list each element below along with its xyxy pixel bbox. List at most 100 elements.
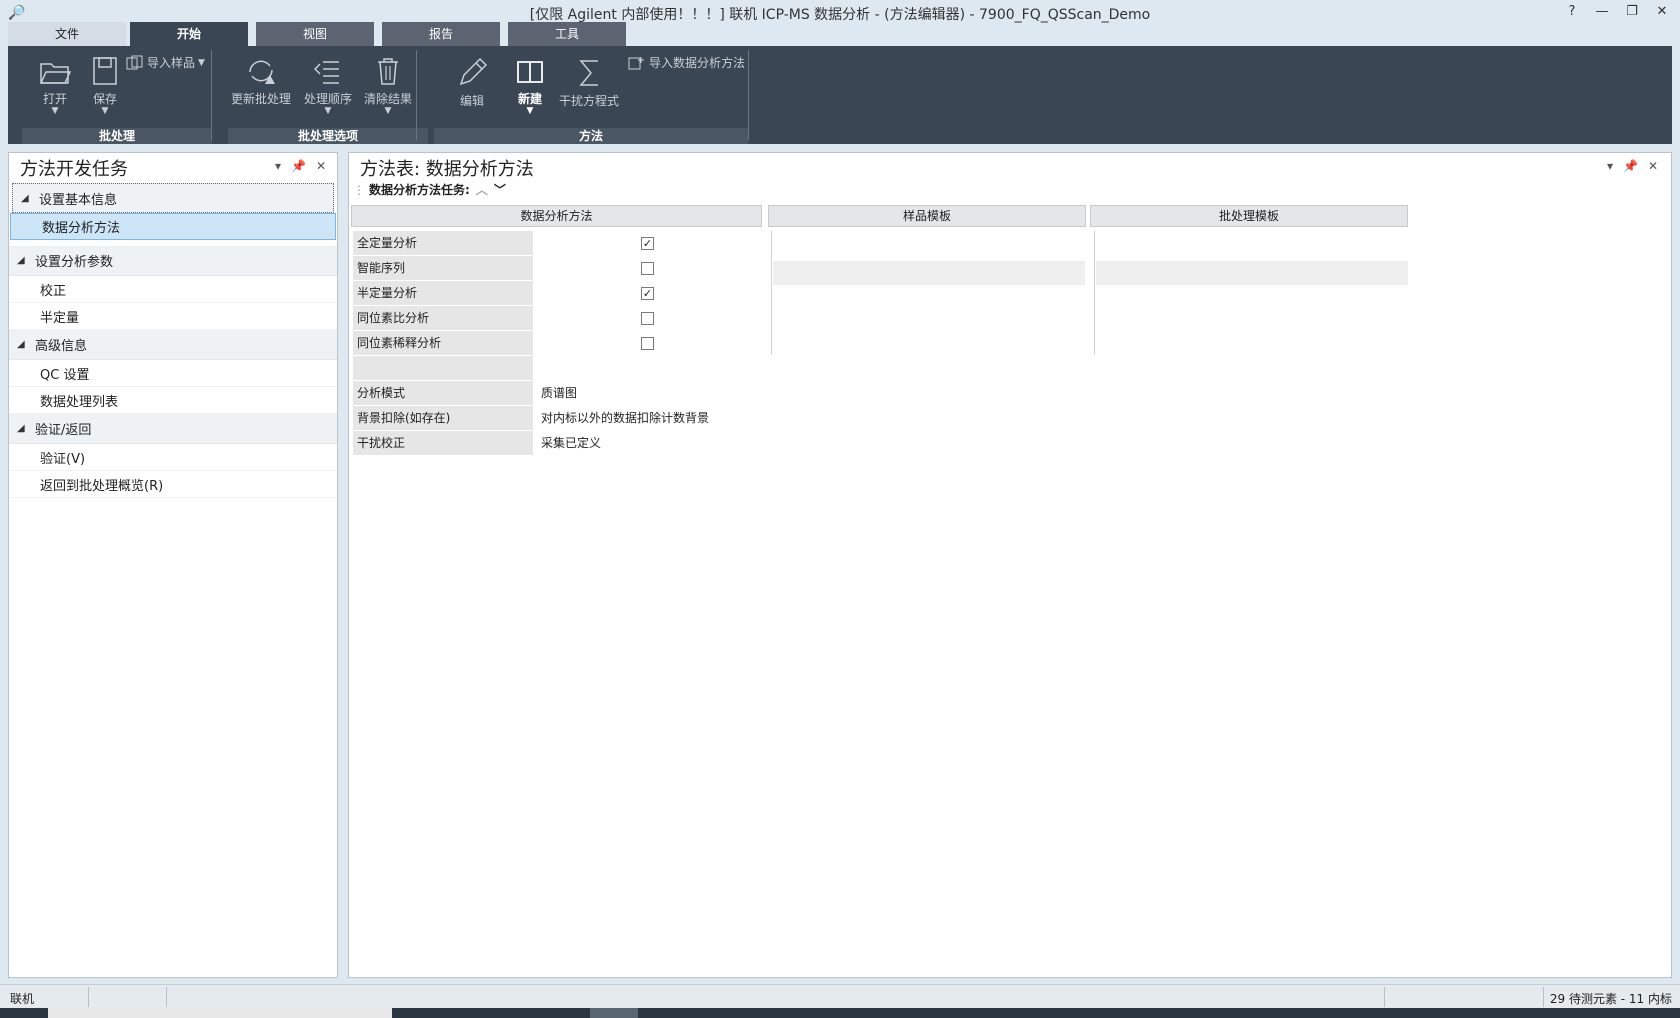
- chevron-down-icon: ▼: [526, 106, 534, 116]
- row-label-analysis-mode: 分析模式: [353, 381, 533, 406]
- column-header-sample-template[interactable]: 样品模板: [768, 205, 1086, 227]
- row-label-isotope-ratio: 同位素比分析: [353, 306, 533, 331]
- isotope-ratio-checkbox[interactable]: [641, 312, 654, 325]
- pin-icon[interactable]: 📌: [291, 159, 306, 173]
- tree-item-qc-settings[interactable]: QC 设置: [9, 360, 337, 387]
- collapse-triangle-icon[interactable]: ◢: [17, 423, 35, 434]
- chevron-up-icon[interactable]: ︿: [476, 181, 488, 198]
- semi-quant-checkbox[interactable]: ✓: [641, 287, 654, 300]
- tree-item-semi-quant[interactable]: 半定量: [9, 303, 337, 330]
- column-divider: [771, 231, 772, 355]
- row-label-smart-sequence: 智能序列: [353, 256, 533, 281]
- process-order-label: 处理顺序: [303, 92, 352, 106]
- tab-report[interactable]: 报告: [382, 22, 500, 46]
- method-task-bar: ⋮ 数据分析方法任务: ︿ ﹀: [353, 181, 506, 198]
- smart-sequence-checkbox[interactable]: [641, 262, 654, 275]
- tree-group-basic-info[interactable]: ◢ 设置基本信息: [12, 183, 334, 213]
- sigma-icon: [579, 60, 598, 86]
- column-divider: [1094, 231, 1095, 355]
- ribbon-divider: [211, 50, 212, 140]
- save-label: 保存: [92, 92, 117, 106]
- open-button[interactable]: 打开 ▼: [30, 54, 80, 116]
- tree-item-data-analysis-method[interactable]: 数据分析方法: [10, 213, 336, 240]
- row-label-isotope-dilution: 同位素稀释分析: [353, 331, 533, 356]
- chevron-down-icon: ▼: [101, 106, 109, 116]
- row-label-full-quant: 全定量分析: [353, 231, 533, 256]
- collapse-triangle-icon[interactable]: ◢: [17, 255, 35, 266]
- tree-group-advanced[interactable]: ◢ 高级信息: [9, 330, 337, 360]
- tree-item-return-to-batch[interactable]: 返回到批处理概览(R): [9, 471, 337, 498]
- new-method-button[interactable]: 新建 ▼: [502, 54, 558, 116]
- interference-equation-button[interactable]: 干扰方程式: [556, 56, 622, 109]
- background-subtraction-value[interactable]: 对内标以外的数据扣除计数背景: [541, 406, 709, 431]
- tree-item-data-processing-list[interactable]: 数据处理列表: [9, 387, 337, 414]
- isotope-dilution-checkbox[interactable]: [641, 337, 654, 350]
- status-mode: 联机: [10, 992, 35, 1006]
- panel-title: 方法表: 数据分析方法: [360, 159, 534, 180]
- close-window-button[interactable]: ✕: [1650, 2, 1674, 22]
- collapse-triangle-icon[interactable]: ◢: [17, 339, 35, 350]
- save-button[interactable]: 保存 ▼: [80, 54, 130, 116]
- tab-file[interactable]: 文件: [8, 22, 126, 46]
- update-batch-button[interactable]: 更新批处理: [230, 54, 292, 107]
- process-order-button[interactable]: 处理顺序 ▼: [300, 54, 356, 116]
- full-quant-checkbox[interactable]: ✓: [641, 237, 654, 250]
- chevron-down-icon: ▼: [51, 106, 59, 116]
- import-method-button[interactable]: 导入数据分析方法: [628, 54, 745, 71]
- interference-correction-value[interactable]: 采集已定义: [541, 431, 601, 456]
- group-label-batch-options: 批处理选项: [228, 128, 428, 144]
- sample-template-cell[interactable]: [773, 261, 1085, 285]
- new-book-icon: [517, 61, 543, 83]
- trash-icon: [378, 58, 398, 85]
- tree-group-label: 设置分析参数: [35, 255, 114, 270]
- help-button[interactable]: ?: [1560, 2, 1584, 22]
- ribbon-divider: [748, 50, 749, 140]
- chevron-down-icon[interactable]: ﹀: [494, 181, 506, 198]
- taskbar-strip: [0, 1008, 1680, 1018]
- clear-results-button[interactable]: 清除结果 ▼: [360, 54, 416, 116]
- task-tree: ◢ 设置基本信息 数据分析方法 ◢ 设置分析参数 校正 半定量 ◢ 高级信息 Q…: [9, 183, 337, 498]
- tree-group-label: 验证/返回: [35, 423, 92, 438]
- row-label-interference-correction: 干扰校正: [353, 431, 533, 456]
- import-sample-button[interactable]: 导入样品 ▼: [126, 54, 205, 71]
- method-table-panel: 方法表: 数据分析方法 ▾ 📌 ✕ ⋮ 数据分析方法任务: ︿ ﹀ 数据分析方法…: [348, 152, 1672, 978]
- tree-group-validate-return[interactable]: ◢ 验证/返回: [9, 414, 337, 444]
- panel-menu-icon[interactable]: ▾: [275, 159, 281, 173]
- update-batch-label: 更新批处理: [230, 92, 291, 106]
- edit-method-button[interactable]: 编辑: [444, 56, 500, 109]
- tab-home[interactable]: 开始: [130, 22, 248, 46]
- column-header-batch-template[interactable]: 批处理模板: [1090, 205, 1408, 227]
- clear-results-label: 清除结果: [363, 92, 412, 106]
- tree-item-calibration[interactable]: 校正: [9, 276, 337, 303]
- taskbar-item[interactable]: [590, 1008, 638, 1018]
- status-divider: [1384, 987, 1385, 1007]
- restore-button[interactable]: ❐: [1620, 2, 1644, 22]
- minimize-button[interactable]: —: [1590, 2, 1614, 22]
- row-label-semi-quant: 半定量分析: [353, 281, 533, 306]
- close-icon[interactable]: ✕: [1648, 159, 1658, 173]
- tree-group-analysis-params[interactable]: ◢ 设置分析参数: [9, 246, 337, 276]
- status-bar: 联机 29 待测元素 - 11 内标: [0, 984, 1680, 1008]
- tab-view[interactable]: 视图: [256, 22, 374, 46]
- collapse-triangle-icon[interactable]: ◢: [21, 193, 39, 204]
- chevron-down-icon: ▼: [324, 106, 332, 116]
- analysis-mode-value[interactable]: 质谱图: [541, 381, 577, 406]
- group-label-method: 方法: [434, 128, 748, 144]
- tab-tools[interactable]: 工具: [508, 22, 626, 46]
- pin-icon[interactable]: 📌: [1623, 159, 1638, 173]
- method-task-label: 数据分析方法任务:: [369, 183, 470, 197]
- pencil-icon: [459, 57, 488, 86]
- panel-menu-icon[interactable]: ▾: [1607, 159, 1613, 173]
- import-method-label: 导入数据分析方法: [649, 56, 746, 70]
- edit-method-label: 编辑: [459, 94, 484, 108]
- close-icon[interactable]: ✕: [316, 159, 326, 173]
- grip-icon: ⋮: [353, 182, 365, 197]
- column-header-method[interactable]: 数据分析方法: [351, 205, 762, 227]
- interference-equation-label: 干扰方程式: [558, 94, 619, 108]
- taskbar-item[interactable]: [48, 1008, 392, 1018]
- ribbon: 打开 ▼ 保存 ▼ 导入样品 ▼ 批处理 更新批处理 处理顺序 ▼ 清除结果 ▼…: [8, 46, 1672, 144]
- tree-item-validate[interactable]: 验证(V): [9, 444, 337, 471]
- batch-template-cell[interactable]: [1096, 261, 1408, 285]
- status-divider: [88, 987, 89, 1007]
- tree-group-label: 设置基本信息: [39, 192, 118, 208]
